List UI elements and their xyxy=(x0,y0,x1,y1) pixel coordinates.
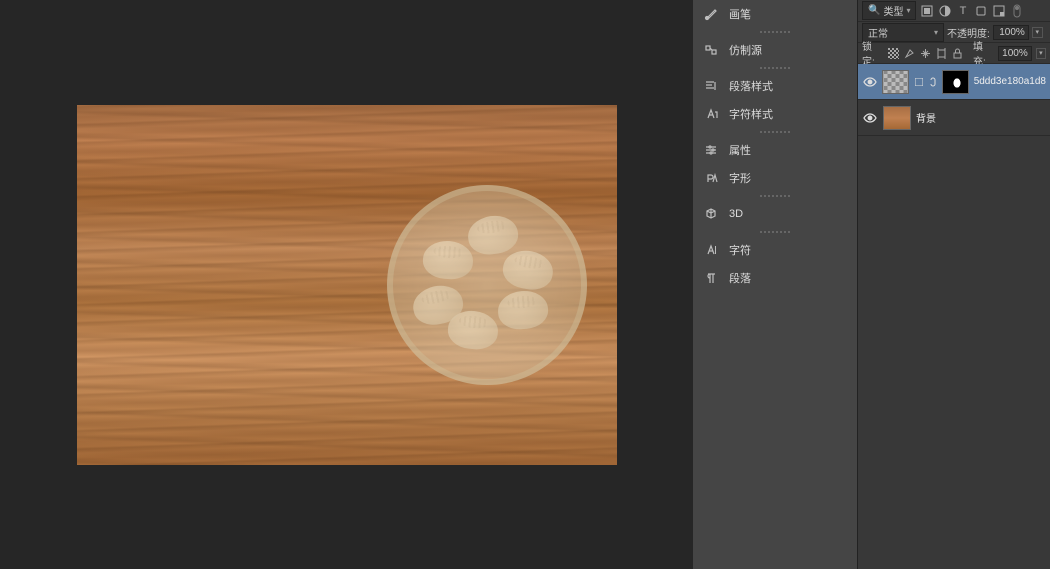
panel-tab-character-styles[interactable]: 字符样式 xyxy=(693,100,857,128)
filter-adjustment-icon[interactable] xyxy=(937,3,952,18)
lock-position-icon[interactable] xyxy=(919,46,933,60)
panel-label: 属性 xyxy=(729,142,751,158)
panel-label: 字符 xyxy=(729,242,751,258)
panel-tab-paragraph[interactable]: 段落 xyxy=(693,264,857,292)
layer-thumbnail[interactable] xyxy=(882,70,909,94)
panel-divider xyxy=(693,28,857,36)
properties-icon xyxy=(703,142,719,158)
panel-label: 字形 xyxy=(729,170,751,186)
opacity-input[interactable]: 100% xyxy=(993,25,1029,40)
search-icon: 🔍 xyxy=(868,5,880,16)
panel-label: 仿制源 xyxy=(729,42,762,58)
layers-list: 5ddd3e180a1d8 背景 xyxy=(858,64,1050,569)
fill-dropdown-button[interactable]: ▾ xyxy=(1036,48,1046,59)
3d-icon xyxy=(703,206,719,222)
canvas-image xyxy=(77,105,617,465)
filter-kind-dropdown[interactable]: 🔍 类型 ▾ xyxy=(862,1,916,20)
layer-name[interactable]: 5ddd3e180a1d8 xyxy=(974,76,1046,87)
panel-label: 3D xyxy=(729,208,743,220)
filter-text-icon[interactable]: T xyxy=(955,3,970,18)
chevron-down-icon: ▾ xyxy=(906,6,910,15)
lock-artboard-icon[interactable] xyxy=(935,46,949,60)
panel-tab-clone-source[interactable]: 仿制源 xyxy=(693,36,857,64)
layer-mask-link-icon[interactable] xyxy=(929,76,937,88)
layer-visibility-toggle[interactable] xyxy=(862,74,877,90)
paragraph-style-icon xyxy=(703,78,719,94)
layer-filter-icon xyxy=(914,77,924,87)
filter-smart-icon[interactable] xyxy=(991,3,1006,18)
filter-toggle-switch[interactable] xyxy=(1009,3,1024,18)
panel-divider xyxy=(693,192,857,200)
dumpling xyxy=(496,288,549,330)
panel-divider xyxy=(693,64,857,72)
panel-divider xyxy=(693,128,857,136)
lock-all-icon[interactable] xyxy=(951,46,965,60)
layers-filter-row: 🔍 类型 ▾ T xyxy=(858,0,1050,22)
dumpling xyxy=(421,239,474,280)
steamer-basket xyxy=(387,185,587,385)
lock-fill-row: 锁定: 填充: 100% ▾ xyxy=(858,43,1050,64)
filter-kind-label: 类型 xyxy=(883,3,903,18)
opacity-dropdown-button[interactable]: ▾ xyxy=(1032,27,1043,38)
collapsed-panels-bar: 画笔 仿制源 段落样式 字符样式 属性 字形 3D 字符 段落 xyxy=(693,0,857,569)
panel-label: 段落 xyxy=(729,270,751,286)
panel-tab-brush[interactable]: 画笔 xyxy=(693,0,857,28)
panel-label: 画笔 xyxy=(729,6,751,22)
filter-pixel-icon[interactable] xyxy=(919,3,934,18)
layer-mask-thumbnail[interactable] xyxy=(942,70,969,94)
lock-transparency-icon[interactable] xyxy=(887,46,901,60)
layer-row[interactable]: 5ddd3e180a1d8 xyxy=(858,64,1050,100)
lock-pixels-icon[interactable] xyxy=(903,46,917,60)
layer-name[interactable]: 背景 xyxy=(916,110,936,125)
chevron-down-icon: ▾ xyxy=(934,28,938,37)
panel-tab-properties[interactable]: 属性 xyxy=(693,136,857,164)
lock-icons-group xyxy=(887,46,965,60)
layers-panel: 🔍 类型 ▾ T 正常 ▾ 不透明度: 100% ▾ 锁定: 填充: 100% xyxy=(857,0,1050,569)
panel-tab-3d[interactable]: 3D xyxy=(693,200,857,228)
panel-tab-paragraph-styles[interactable]: 段落样式 xyxy=(693,72,857,100)
panel-label: 段落样式 xyxy=(729,78,773,94)
layer-row[interactable]: 背景 xyxy=(858,100,1050,136)
blend-opacity-row: 正常 ▾ 不透明度: 100% ▾ xyxy=(858,22,1050,43)
clone-source-icon xyxy=(703,42,719,58)
dumpling xyxy=(465,212,520,257)
layer-visibility-toggle[interactable] xyxy=(862,110,878,126)
panel-tab-character[interactable]: 字符 xyxy=(693,236,857,264)
layer-thumbnail[interactable] xyxy=(883,106,911,130)
character-style-icon xyxy=(703,106,719,122)
panel-label: 字符样式 xyxy=(729,106,773,122)
panel-tab-glyphs[interactable]: 字形 xyxy=(693,164,857,192)
dumpling xyxy=(500,246,556,292)
brush-icon xyxy=(703,6,719,22)
fill-input[interactable]: 100% xyxy=(998,46,1032,61)
character-icon xyxy=(703,242,719,258)
panel-divider xyxy=(693,228,857,236)
canvas-area[interactable] xyxy=(0,0,693,569)
paragraph-icon xyxy=(703,270,719,286)
glyphs-icon xyxy=(703,170,719,186)
filter-shape-icon[interactable] xyxy=(973,3,988,18)
